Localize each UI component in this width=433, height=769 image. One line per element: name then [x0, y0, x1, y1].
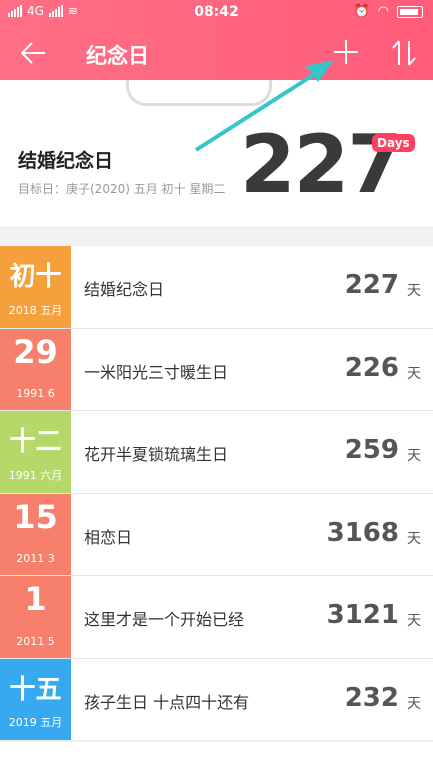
days-unit: 天	[407, 695, 421, 712]
days-unit: 天	[407, 365, 421, 382]
alarm-icon: ⏰	[353, 4, 370, 19]
days-count: 227	[344, 270, 399, 300]
date-block: 十五 2019 五月	[0, 658, 71, 740]
event-name: 花开半夏锁琉璃生日	[84, 445, 229, 464]
featured-target-date: 目标日：庚子(2020) 五月 初十 星期二	[18, 182, 226, 196]
plus-icon[interactable]	[332, 38, 360, 66]
date-block: 初十 2018 五月	[0, 246, 71, 328]
days-count: 3121	[326, 600, 399, 630]
app-header: 纪念日	[0, 26, 433, 80]
anniversary-list: 初十 2018 五月 结婚纪念日 227 天 29 1991 6 一米阳光三寸暖生日 226 天十…	[0, 246, 433, 741]
date-sub: 2011 5	[16, 634, 55, 648]
event-name: 结婚纪念日	[84, 280, 165, 299]
days-count: 232	[344, 682, 399, 713]
card-hanger	[126, 80, 272, 106]
days-count: 226	[344, 352, 399, 383]
list-item[interactable]: 十五 2019 五月 孩子生日 十点四十还有 232 天	[0, 658, 433, 741]
date-sub: 1991 六月	[8, 468, 63, 482]
sort-icon[interactable]	[390, 38, 418, 68]
list-item[interactable]: 初十 2018 五月 结婚纪念日 227 天	[0, 246, 433, 329]
battery-icon	[397, 5, 423, 18]
page-title: 纪念日	[86, 44, 149, 68]
date-main: 15	[13, 497, 58, 536]
date-sub: 1991 6	[16, 387, 55, 400]
date-sub: 2018 五月	[8, 303, 63, 317]
days-unit: 天	[407, 283, 421, 299]
wifi-icon: ◠	[377, 4, 389, 19]
status-bar: 4G ≋ 08:42 ⏰ ◠	[0, 0, 433, 26]
list-item[interactable]: 15 2011 3 相恋日 3168 天	[0, 493, 433, 576]
list-item[interactable]: 29 1991 6 一米阳光三寸暖生日 226 天	[0, 328, 433, 411]
days-unit: 天	[407, 448, 421, 464]
featured-name: 结婚纪念日	[18, 150, 114, 172]
list-item[interactable]: 1 2011 5 这里才是一个开始已经 3121 天	[0, 576, 433, 659]
event-name: 一米阳光三寸暖生日	[84, 362, 229, 382]
date-block: 15 2011 3	[0, 493, 71, 575]
days-badge: Days	[372, 134, 415, 152]
days-unit: 天	[407, 613, 421, 629]
list-bottom	[0, 742, 433, 769]
status-right: ⏰ ◠	[353, 4, 423, 19]
date-main: 十五	[9, 674, 62, 705]
event-name: 这里才是一个开始已经	[84, 610, 245, 629]
date-sub: 2011 3	[16, 552, 55, 565]
days-count: 259	[344, 435, 399, 465]
featured-count: 227	[240, 118, 403, 211]
date-block: 十二 1991 六月	[0, 411, 71, 493]
event-name: 相恋日	[84, 527, 133, 547]
event-name: 孩子生日 十点四十还有	[84, 692, 250, 712]
date-block: 1 2011 5	[0, 576, 71, 658]
date-main: 1	[24, 580, 47, 618]
date-sub: 2019 五月	[8, 716, 63, 729]
days-unit: 天	[407, 530, 421, 547]
date-main: 初十	[9, 262, 62, 292]
days-count: 3168	[326, 517, 399, 548]
list-item[interactable]: 十二 1991 六月 花开半夏锁琉璃生日 259 天	[0, 411, 433, 494]
back-arrow-icon[interactable]	[18, 36, 48, 70]
date-main: 十二	[9, 427, 62, 457]
date-main: 29	[13, 332, 58, 371]
date-block: 29 1991 6	[0, 328, 71, 410]
